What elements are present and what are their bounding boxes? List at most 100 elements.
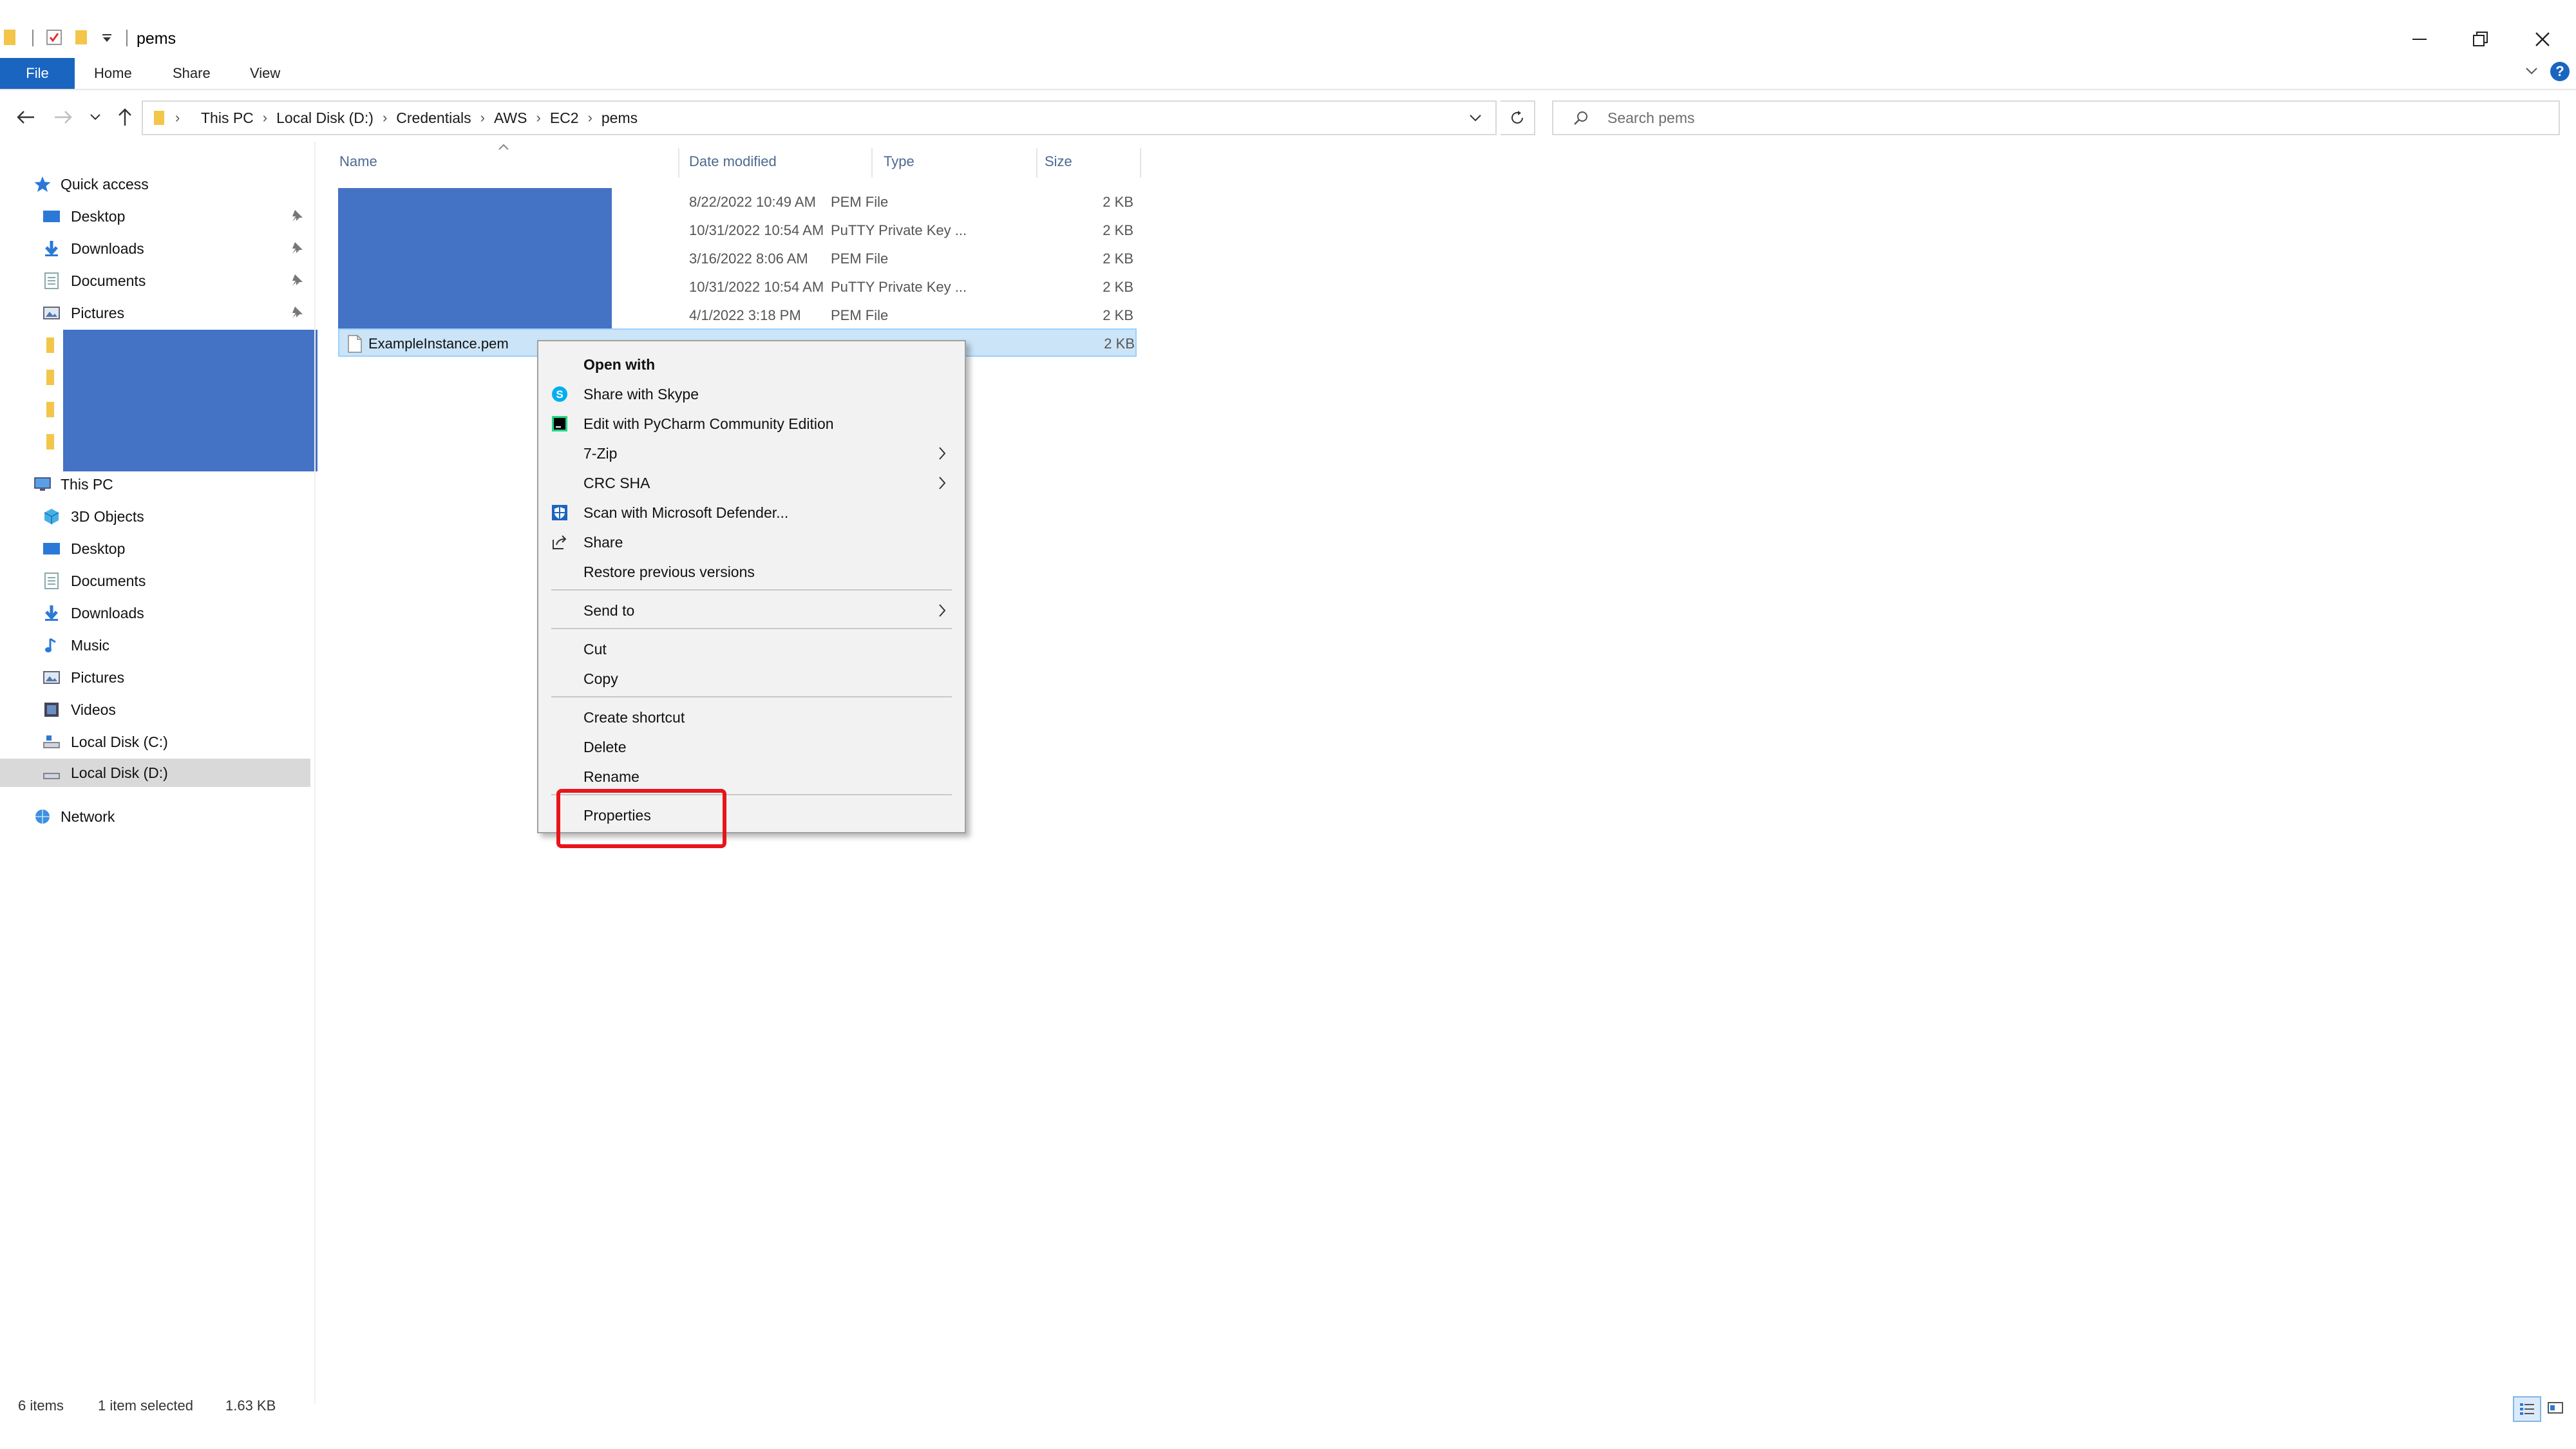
pycharm-icon — [551, 415, 568, 432]
nav-pc-videos-label: Videos — [71, 701, 116, 718]
column-divider[interactable] — [678, 148, 679, 178]
new-folder-icon[interactable] — [73, 28, 91, 46]
nav-pc-documents[interactable]: Documents — [0, 567, 310, 595]
nav-pc-music[interactable]: Music — [0, 631, 310, 659]
nav-3d-objects[interactable]: 3D Objects — [0, 502, 310, 531]
nav-pc-music-label: Music — [71, 637, 110, 654]
tab-home[interactable]: Home — [81, 58, 145, 89]
column-divider[interactable] — [1140, 148, 1141, 178]
column-header-size[interactable]: Size — [1045, 153, 1072, 170]
breadcrumb-ec2[interactable]: EC2 — [544, 109, 585, 127]
breadcrumb-chevron-icon[interactable]: › — [478, 109, 488, 126]
column-header-date-modified[interactable]: Date modified — [689, 153, 777, 170]
submenu-arrow-icon — [938, 603, 947, 618]
restore-button[interactable] — [2461, 23, 2500, 55]
cell-size: 2 KB — [1103, 307, 1133, 323]
menu-item-label: Restore previous versions — [583, 564, 755, 580]
documents-icon — [43, 272, 61, 290]
nav-quick-documents[interactable]: Documents — [0, 267, 310, 295]
menu-item-7-zip[interactable]: 7-Zip — [538, 438, 965, 468]
nav-quick-desktop[interactable]: Desktop — [0, 202, 310, 231]
address-bar[interactable]: › This PC › Local Disk (D:) › Credential… — [142, 100, 1497, 135]
nav-pc-pictures[interactable]: Pictures — [0, 663, 310, 692]
address-history-chevron-icon[interactable] — [1468, 109, 1482, 126]
nav-pc-pictures-label: Pictures — [71, 669, 125, 686]
pin-icon[interactable] — [290, 305, 304, 319]
tab-file[interactable]: File — [0, 58, 75, 89]
search-input[interactable]: Search pems — [1607, 109, 1695, 127]
cell-size: 2 KB — [1103, 194, 1133, 210]
menu-item-label: Open with — [583, 356, 656, 373]
close-button[interactable] — [2523, 23, 2562, 55]
menu-item-label: Create shortcut — [583, 709, 685, 726]
nav-network[interactable]: Network — [0, 802, 310, 831]
navigation-row: › This PC › Local Disk (D:) › Credential… — [0, 97, 2576, 139]
root-chevron-icon[interactable]: › — [175, 109, 180, 126]
pane-divider[interactable] — [314, 142, 316, 1404]
column-divider[interactable] — [1036, 148, 1037, 178]
breadcrumb-chevron-icon[interactable]: › — [260, 109, 270, 126]
window-title: pems — [137, 30, 176, 48]
menu-item-rename[interactable]: Rename — [538, 761, 965, 791]
breadcrumb-chevron-icon[interactable]: › — [380, 109, 390, 126]
nav-this-pc[interactable]: This PC — [0, 470, 310, 498]
file-icon — [347, 334, 363, 354]
help-icon[interactable]: ? — [2549, 61, 2571, 82]
nav-quick-access[interactable]: Quick access — [0, 170, 310, 198]
menu-item-label: CRC SHA — [583, 475, 650, 491]
menu-item-send-to[interactable]: Send to — [538, 595, 965, 625]
tab-view[interactable]: View — [237, 58, 293, 89]
pin-icon[interactable] — [290, 241, 304, 255]
nav-quick-pictures[interactable]: Pictures — [0, 299, 310, 327]
menu-item-delete[interactable]: Delete — [538, 732, 965, 761]
up-button[interactable] — [113, 106, 137, 129]
menu-item-restore-previous-versions[interactable]: Restore previous versions — [538, 556, 965, 586]
breadcrumb-pems[interactable]: pems — [595, 109, 644, 127]
menu-item-copy[interactable]: Copy — [538, 663, 965, 693]
svg-text:S: S — [556, 388, 563, 401]
menu-item-cut[interactable]: Cut — [538, 634, 965, 663]
menu-item-crc-sha[interactable]: CRC SHA — [538, 468, 965, 497]
status-size: 1.63 KB — [225, 1397, 276, 1414]
column-header-name[interactable]: Name — [339, 153, 377, 170]
context-menu: Open with S Share with Skype Edit with P… — [537, 340, 966, 833]
column-header-type[interactable]: Type — [884, 153, 914, 170]
nav-quick-downloads[interactable]: Downloads — [0, 234, 310, 263]
search-box[interactable]: Search pems — [1552, 100, 2560, 135]
breadcrumb-chevron-icon[interactable]: › — [585, 109, 595, 126]
menu-item-label: Share with Skype — [583, 386, 699, 402]
back-button[interactable] — [14, 106, 37, 129]
breadcrumb-local-disk-d[interactable]: Local Disk (D:) — [270, 109, 380, 127]
breadcrumb-credentials[interactable]: Credentials — [390, 109, 477, 127]
menu-item-share[interactable]: Share — [538, 527, 965, 556]
minimize-button[interactable] — [2401, 23, 2439, 55]
nav-pc-desktop[interactable]: Desktop — [0, 535, 310, 563]
refresh-button[interactable] — [1501, 100, 1535, 135]
menu-item-edit-with-pycharm[interactable]: Edit with PyCharm Community Edition — [538, 408, 965, 438]
breadcrumb-this-pc[interactable]: This PC — [194, 109, 260, 127]
menu-item-share-with-skype[interactable]: S Share with Skype — [538, 379, 965, 408]
details-view-button[interactable] — [2513, 1396, 2541, 1422]
column-divider[interactable] — [871, 148, 873, 178]
nav-pc-downloads[interactable]: Downloads — [0, 599, 310, 627]
expand-ribbon-icon[interactable] — [2524, 64, 2539, 77]
nav-local-disk-c[interactable]: Local Disk (C:) — [0, 728, 310, 756]
properties-check-icon[interactable] — [45, 28, 63, 46]
breadcrumb-chevron-icon[interactable]: › — [533, 109, 543, 126]
customize-quick-access-icon[interactable] — [100, 33, 118, 52]
menu-item-scan-with-defender[interactable]: Scan with Microsoft Defender... — [538, 497, 965, 527]
breadcrumb-aws[interactable]: AWS — [488, 109, 534, 127]
menu-item-open-with[interactable]: Open with — [538, 349, 965, 379]
nav-local-disk-d[interactable]: Local Disk (D:) — [0, 759, 310, 787]
menu-item-create-shortcut[interactable]: Create shortcut — [538, 702, 965, 732]
nav-pc-videos[interactable]: Videos — [0, 696, 310, 724]
pin-icon[interactable] — [290, 273, 304, 287]
tab-share[interactable]: Share — [160, 58, 223, 89]
forward-button[interactable] — [52, 106, 75, 129]
large-icons-view-button[interactable] — [2543, 1396, 2568, 1419]
nav-quick-desktop-label: Desktop — [71, 208, 126, 225]
recent-locations-chevron-icon[interactable] — [84, 106, 107, 129]
nav-3d-objects-label: 3D Objects — [71, 508, 144, 525]
pin-icon[interactable] — [290, 209, 304, 223]
videos-icon — [43, 701, 61, 719]
